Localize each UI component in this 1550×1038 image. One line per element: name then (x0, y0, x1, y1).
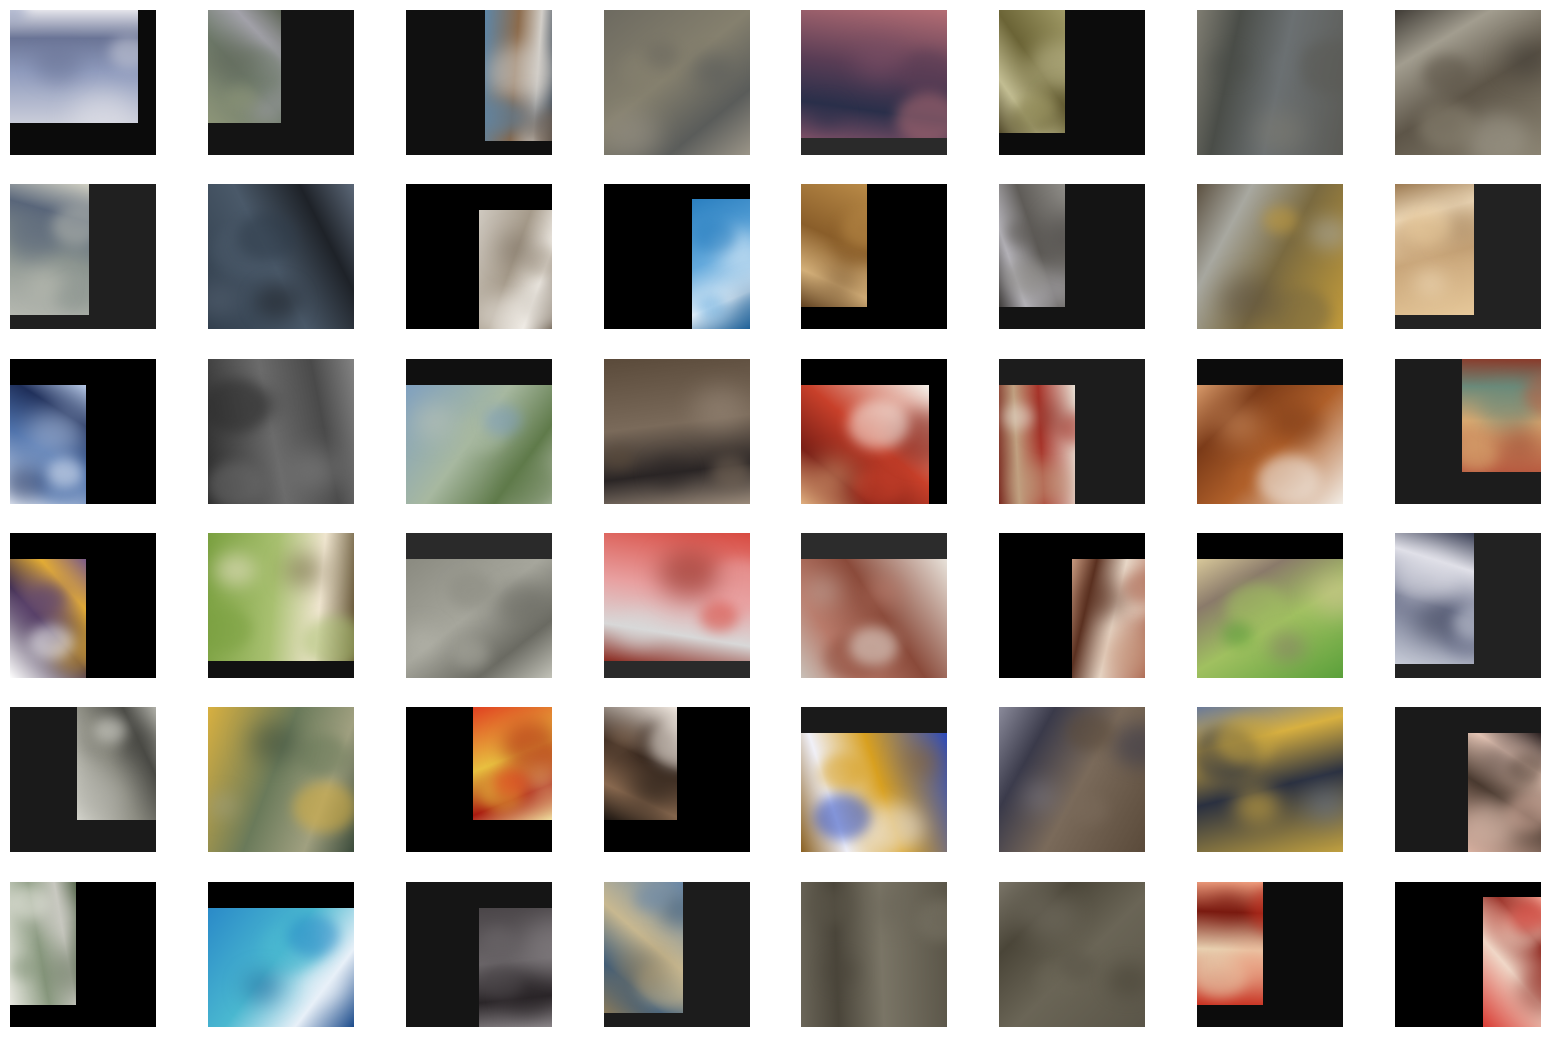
image-tile (10, 359, 156, 504)
image-thumbnail (1395, 533, 1474, 664)
image-thumbnail (801, 882, 947, 1027)
image-tile (406, 359, 552, 504)
image-tile (10, 882, 156, 1027)
image-tile (1395, 10, 1541, 155)
image-thumbnail (406, 385, 552, 504)
image-thumbnail (692, 199, 750, 329)
image-tile (1197, 533, 1343, 678)
image-thumbnail (208, 707, 354, 852)
image-thumbnail (999, 10, 1065, 133)
image-tile (1197, 882, 1343, 1027)
image-thumbnail (1395, 10, 1541, 155)
image-tile (801, 707, 947, 852)
image-tile (208, 882, 354, 1027)
image-thumbnail (10, 10, 138, 123)
image-tile (208, 184, 354, 329)
image-tile (10, 533, 156, 678)
image-thumbnail (604, 707, 677, 820)
image-thumbnail (604, 882, 683, 1013)
image-tile (406, 882, 552, 1027)
image-tile (801, 359, 947, 504)
image-thumbnail (208, 184, 354, 329)
image-tile (1395, 882, 1541, 1027)
image-tile (1197, 184, 1343, 329)
image-thumbnail (10, 882, 76, 1005)
image-thumbnail (604, 10, 750, 155)
image-tile (999, 184, 1145, 329)
image-tile (1197, 359, 1343, 504)
image-thumbnail (479, 210, 552, 329)
image-tile (1395, 359, 1541, 504)
image-tile (801, 533, 947, 678)
image-thumbnail (604, 359, 750, 504)
image-thumbnail (1395, 184, 1474, 315)
image-tile (208, 359, 354, 504)
image-tile (604, 184, 750, 329)
image-tile (1395, 533, 1541, 678)
image-thumbnail (77, 707, 156, 820)
image-tile (604, 707, 750, 852)
image-thumbnail (485, 10, 552, 141)
image-tile (1197, 10, 1343, 155)
image-thumbnail (1197, 559, 1343, 678)
image-thumbnail (801, 733, 947, 852)
image-thumbnail (406, 559, 552, 678)
image-thumbnail (1462, 359, 1541, 472)
image-tile (406, 533, 552, 678)
image-tile (999, 10, 1145, 155)
image-thumbnail (1468, 733, 1541, 852)
image-tile (999, 533, 1145, 678)
image-tile (208, 10, 354, 155)
image-thumbnail (604, 533, 750, 661)
image-tile (801, 10, 947, 155)
image-tile (604, 10, 750, 155)
image-tile (604, 359, 750, 504)
image-tile (1197, 707, 1343, 852)
image-tile (801, 882, 947, 1027)
image-tile (999, 707, 1145, 852)
image-thumbnail (479, 908, 552, 1027)
image-tile (406, 707, 552, 852)
image-tile (999, 359, 1145, 504)
image-thumbnail (801, 10, 947, 138)
image-tile (10, 184, 156, 329)
image-tile (1395, 184, 1541, 329)
image-tile (10, 10, 156, 155)
image-tile (604, 882, 750, 1027)
image-thumbnail (999, 707, 1145, 852)
image-thumbnail (10, 559, 86, 678)
image-thumbnail (999, 385, 1075, 504)
image-tile (10, 707, 156, 852)
image-thumbnail (801, 559, 947, 678)
image-thumbnail (1197, 385, 1343, 504)
image-thumbnail (1072, 559, 1145, 678)
image-thumbnail (473, 707, 552, 820)
image-thumbnail (1197, 10, 1343, 155)
image-grid (0, 0, 1550, 1038)
image-thumbnail (208, 359, 354, 504)
image-tile (999, 882, 1145, 1027)
image-thumbnail (1197, 707, 1343, 852)
image-thumbnail (10, 385, 86, 504)
image-thumbnail (10, 184, 89, 315)
image-tile (406, 10, 552, 155)
image-tile (208, 707, 354, 852)
image-thumbnail (801, 385, 929, 504)
image-tile (208, 533, 354, 678)
image-thumbnail (1197, 184, 1343, 329)
image-tile (801, 184, 947, 329)
image-thumbnail (208, 10, 281, 123)
image-thumbnail (999, 184, 1065, 307)
image-thumbnail (208, 908, 354, 1027)
image-thumbnail (208, 533, 354, 661)
image-thumbnail (999, 882, 1145, 1027)
image-thumbnail (1197, 882, 1263, 1005)
image-tile (604, 533, 750, 678)
image-thumbnail (801, 184, 867, 307)
image-tile (1395, 707, 1541, 852)
image-tile (406, 184, 552, 329)
image-thumbnail (1483, 897, 1541, 1027)
